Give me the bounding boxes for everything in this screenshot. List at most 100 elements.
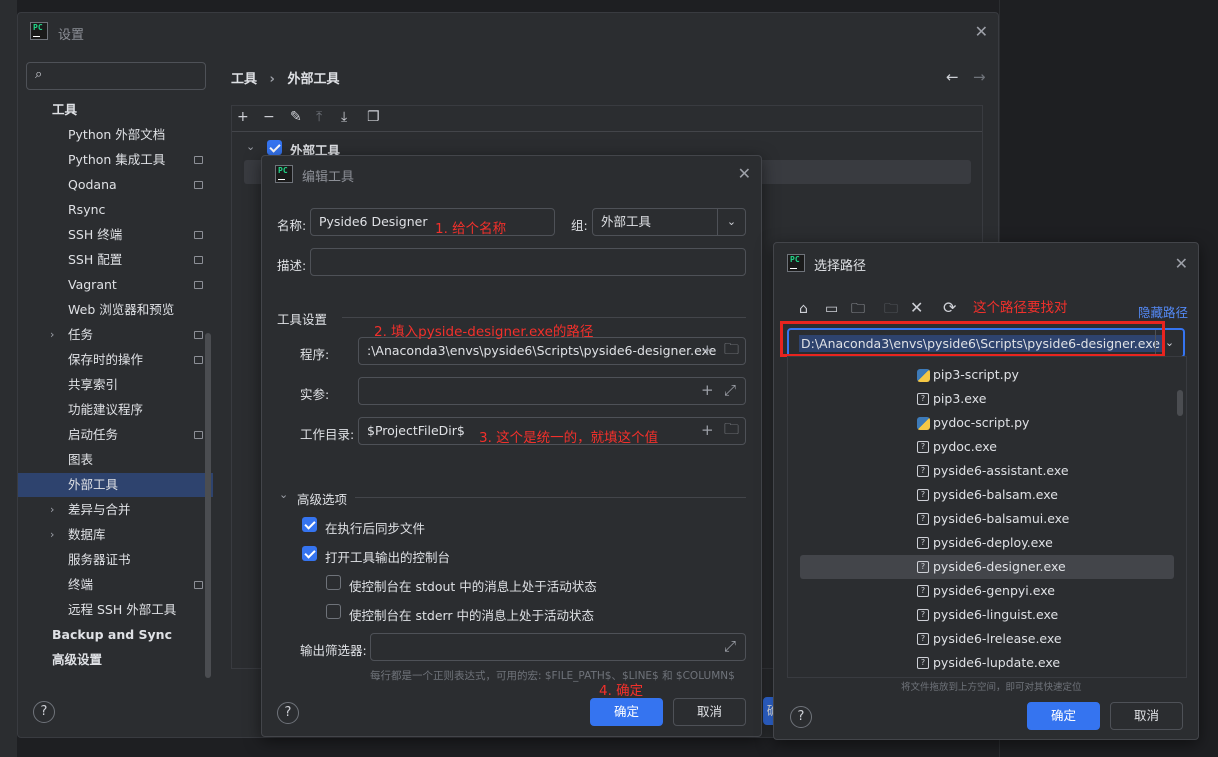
move-up-icon[interactable]: ⤒ xyxy=(316,109,322,125)
sidebar-item[interactable]: › 任务 xyxy=(18,323,213,347)
sidebar-scrollbar[interactable] xyxy=(205,333,211,678)
sidebar-item[interactable]: › 数据库 xyxy=(18,523,213,547)
insert-macro-icon[interactable]: + xyxy=(701,383,714,398)
settings-titlebar: PC 设置 ✕ xyxy=(18,13,998,51)
stderr-checkbox[interactable] xyxy=(326,604,341,619)
sidebar-item[interactable]: SSH 终端 xyxy=(18,223,213,247)
sidebar-item[interactable]: 工具 xyxy=(18,98,213,122)
sidebar-item[interactable]: 远程 SSH 外部工具 xyxy=(18,598,213,622)
sidebar-item[interactable]: 功能建议程序 xyxy=(18,398,213,422)
path-cancel-button[interactable]: 取消 xyxy=(1110,702,1183,730)
new-folder-icon[interactable]: 🗀 xyxy=(884,302,898,316)
sidebar-item[interactable]: › 差异与合并 xyxy=(18,498,213,522)
file-list-item[interactable]: ? pip3.exe xyxy=(800,387,1174,411)
chevron-right-icon[interactable]: › xyxy=(50,523,54,547)
sidebar-item[interactable]: 共享索引 xyxy=(18,373,213,397)
hide-path-link[interactable]: 隐藏路径 xyxy=(1138,302,1188,321)
back-arrow-icon[interactable]: ← xyxy=(946,68,959,86)
sidebar-item[interactable]: 图表 xyxy=(18,448,213,472)
chevron-down-icon[interactable]: ⌄ xyxy=(279,488,288,501)
edit-ok-button[interactable]: 确定 xyxy=(590,698,663,726)
filter-input[interactable] xyxy=(370,633,746,661)
path-ok-button[interactable]: 确定 xyxy=(1027,702,1100,730)
chevron-right-icon[interactable]: › xyxy=(50,323,54,347)
args-input[interactable] xyxy=(358,377,746,405)
sidebar-item[interactable]: Web 浏览器和预览 xyxy=(18,298,213,322)
sidebar-item[interactable]: Qodana xyxy=(18,173,213,197)
folder-icon[interactable]: 🗀 xyxy=(724,342,739,357)
advanced-heading[interactable]: 高级选项 xyxy=(297,489,347,508)
file-list-item[interactable]: ? pydoc.exe xyxy=(800,435,1174,459)
sidebar-item[interactable]: Rsync xyxy=(18,198,213,222)
sidebar-item[interactable]: 启动任务 xyxy=(18,423,213,447)
insert-macro-icon[interactable]: + xyxy=(701,423,714,438)
expand-icon[interactable]: ⤢ xyxy=(724,639,736,654)
desc-input[interactable] xyxy=(310,248,746,276)
file-list-item[interactable]: ? pyside6-balsamui.exe xyxy=(800,507,1174,531)
console-checkbox[interactable] xyxy=(302,546,317,561)
sidebar-item[interactable]: 保存时的操作 xyxy=(18,348,213,372)
remove-icon[interactable]: − xyxy=(263,109,275,125)
annotation-confirm: 4. 确定 xyxy=(599,683,644,699)
tools-group-checkbox[interactable] xyxy=(267,140,282,155)
copy-icon[interactable]: ❐ xyxy=(367,109,380,125)
file-list-item[interactable]: ? pyside6-assistant.exe xyxy=(800,459,1174,483)
file-list-item[interactable]: ? pyside6-lrelease.exe xyxy=(800,627,1174,651)
annotation-path: 这个路径要找对 xyxy=(973,300,1068,316)
expand-icon[interactable]: ⤢ xyxy=(724,383,736,398)
breadcrumb-parent[interactable]: 工具 xyxy=(231,72,257,87)
insert-macro-icon[interactable]: + xyxy=(701,343,714,358)
edit-cancel-button[interactable]: 取消 xyxy=(673,698,746,726)
settings-help-icon[interactable]: ? xyxy=(33,701,55,723)
move-down-icon[interactable]: ⤓ xyxy=(341,109,347,125)
group-select[interactable]: 外部工具 ⌄ xyxy=(592,208,746,236)
path-help-icon[interactable]: ? xyxy=(790,706,812,728)
add-icon[interactable]: + xyxy=(237,109,249,125)
sidebar-item-label: 外部工具 xyxy=(68,477,119,492)
file-list-item[interactable]: pip3-script.py xyxy=(800,363,1174,387)
delete-icon[interactable]: ✕ xyxy=(910,300,923,316)
close-icon[interactable]: ✕ xyxy=(975,24,988,40)
sidebar-item[interactable]: Python 外部文档 xyxy=(18,123,213,147)
unknown-file-icon: ? xyxy=(917,657,929,669)
folder-icon[interactable]: 🗀 xyxy=(724,422,739,437)
sidebar-item-label: Web 浏览器和预览 xyxy=(68,302,175,317)
sidebar-item[interactable]: SSH 配置 xyxy=(18,248,213,272)
file-list-item[interactable]: ? pyside6-linguist.exe xyxy=(800,603,1174,627)
sidebar-item[interactable]: 外部工具 xyxy=(18,473,213,497)
edit-help-icon[interactable]: ? xyxy=(277,702,299,724)
program-input[interactable]: :\Anaconda3\envs\pyside6\Scripts\pyside6… xyxy=(358,337,746,365)
sidebar-item[interactable]: Python 集成工具 xyxy=(18,148,213,172)
sync-checkbox[interactable] xyxy=(302,517,317,532)
desktop-icon[interactable]: ▭ xyxy=(825,302,838,316)
group-label: 组: xyxy=(571,218,588,233)
close-icon[interactable]: ✕ xyxy=(738,166,751,182)
sidebar-item[interactable]: 终端 xyxy=(18,573,213,597)
close-icon[interactable]: ✕ xyxy=(1175,256,1188,272)
tool-settings-heading: 工具设置 xyxy=(277,312,328,327)
sidebar-item[interactable]: 服务器证书 xyxy=(18,548,213,572)
file-list-item[interactable]: ? pyside6-designer.exe xyxy=(800,555,1174,579)
refresh-icon[interactable]: ⟳ xyxy=(943,300,956,316)
sidebar-item[interactable]: 高级设置 xyxy=(18,648,213,672)
file-list-scrollbar[interactable] xyxy=(1177,390,1183,416)
select-path-dialog: PC 选择路径 ✕ ⌂ ▭ 🗀 🗀 ✕ ⟳ 这个路径要找对 隐藏路径 D:\An… xyxy=(773,242,1199,740)
unknown-file-icon: ? xyxy=(917,633,929,645)
file-list-item[interactable]: ? pyside6-balsam.exe xyxy=(800,483,1174,507)
file-list-item[interactable]: pydoc-script.py xyxy=(800,411,1174,435)
settings-search-input[interactable]: ⌕ xyxy=(26,62,206,90)
home-icon[interactable]: ⌂ xyxy=(799,302,808,316)
forward-arrow-icon[interactable]: → xyxy=(973,68,986,86)
chevron-down-icon[interactable]: ⌄ xyxy=(246,140,255,153)
project-folder-icon[interactable]: 🗀 xyxy=(851,302,865,316)
file-list-item[interactable]: ? pyside6-deploy.exe xyxy=(800,531,1174,555)
sidebar-item[interactable]: Backup and Sync xyxy=(18,623,213,647)
edit-icon[interactable]: ✎ xyxy=(290,109,302,125)
name-input[interactable]: Pyside6 Designer xyxy=(310,208,555,236)
sidebar-item[interactable]: Vagrant xyxy=(18,273,213,297)
stdout-checkbox[interactable] xyxy=(326,575,341,590)
file-list-item[interactable]: ? pyside6-genpyi.exe xyxy=(800,579,1174,603)
chevron-right-icon[interactable]: › xyxy=(50,498,54,522)
file-list-item[interactable]: ? pyside6-lupdate.exe xyxy=(800,651,1174,675)
console-label: 打开工具输出的控制台 xyxy=(325,550,451,565)
